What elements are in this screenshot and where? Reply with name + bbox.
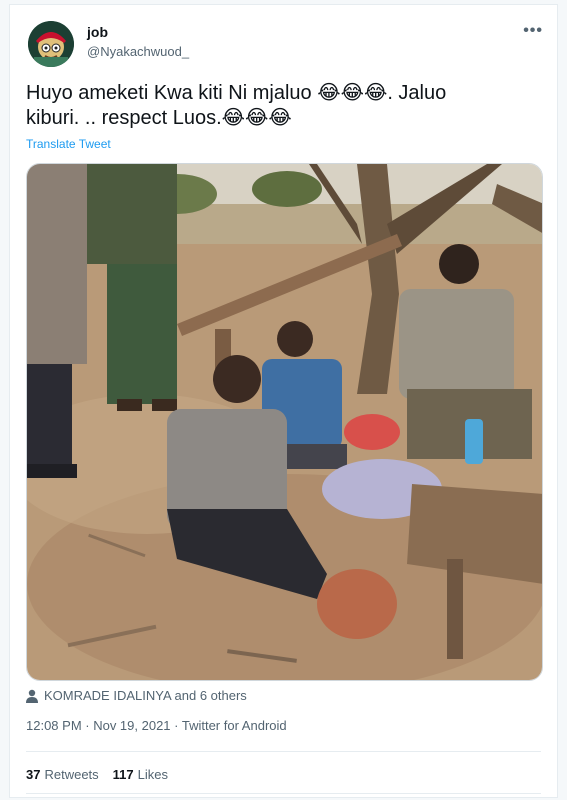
- avatar-illustration: [28, 21, 74, 67]
- tweet-photo[interactable]: [26, 163, 543, 681]
- retweets-count: 37: [26, 767, 41, 782]
- liked-by-text: KOMRADE IDALINYA and 6 others: [44, 688, 247, 703]
- tweet-text-line: kiburi. .. respect Luos.😂😂😂: [26, 107, 292, 129]
- retweets-label: Retweets: [44, 767, 99, 782]
- tweet-card: job @Nyakachwuod_ ••• Huyo ameketi Kwa k…: [9, 4, 558, 798]
- photo-scene: [27, 164, 542, 680]
- retweets-stat[interactable]: 37 Retweets: [26, 767, 99, 782]
- likes-stat[interactable]: 117 Likes: [113, 767, 168, 782]
- tweet-timestamp[interactable]: 12:08 PM · Nov 19, 2021 · Twitter for An…: [26, 718, 287, 733]
- tweet-stats: 37 Retweets 117 Likes: [26, 767, 168, 782]
- liked-by[interactable]: KOMRADE IDALINYA and 6 others: [26, 688, 247, 703]
- user-handle[interactable]: @Nyakachwuod_: [87, 44, 189, 59]
- display-name[interactable]: job: [87, 24, 108, 40]
- likes-count: 117: [112, 767, 134, 782]
- tweet-text: Huyo ameketi Kwa kiti Ni mjaluo 😂😂😂. Jal…: [26, 81, 536, 131]
- divider: [26, 793, 541, 794]
- translate-tweet-link[interactable]: Translate Tweet: [26, 137, 111, 151]
- likes-label: Likes: [137, 767, 169, 782]
- divider: [26, 751, 541, 752]
- more-options-icon[interactable]: •••: [523, 22, 543, 40]
- tweet-text-line: Huyo ameketi Kwa kiti Ni mjaluo 😂😂😂. Jal…: [26, 82, 447, 104]
- person-icon: [26, 689, 38, 703]
- avatar[interactable]: [28, 21, 74, 67]
